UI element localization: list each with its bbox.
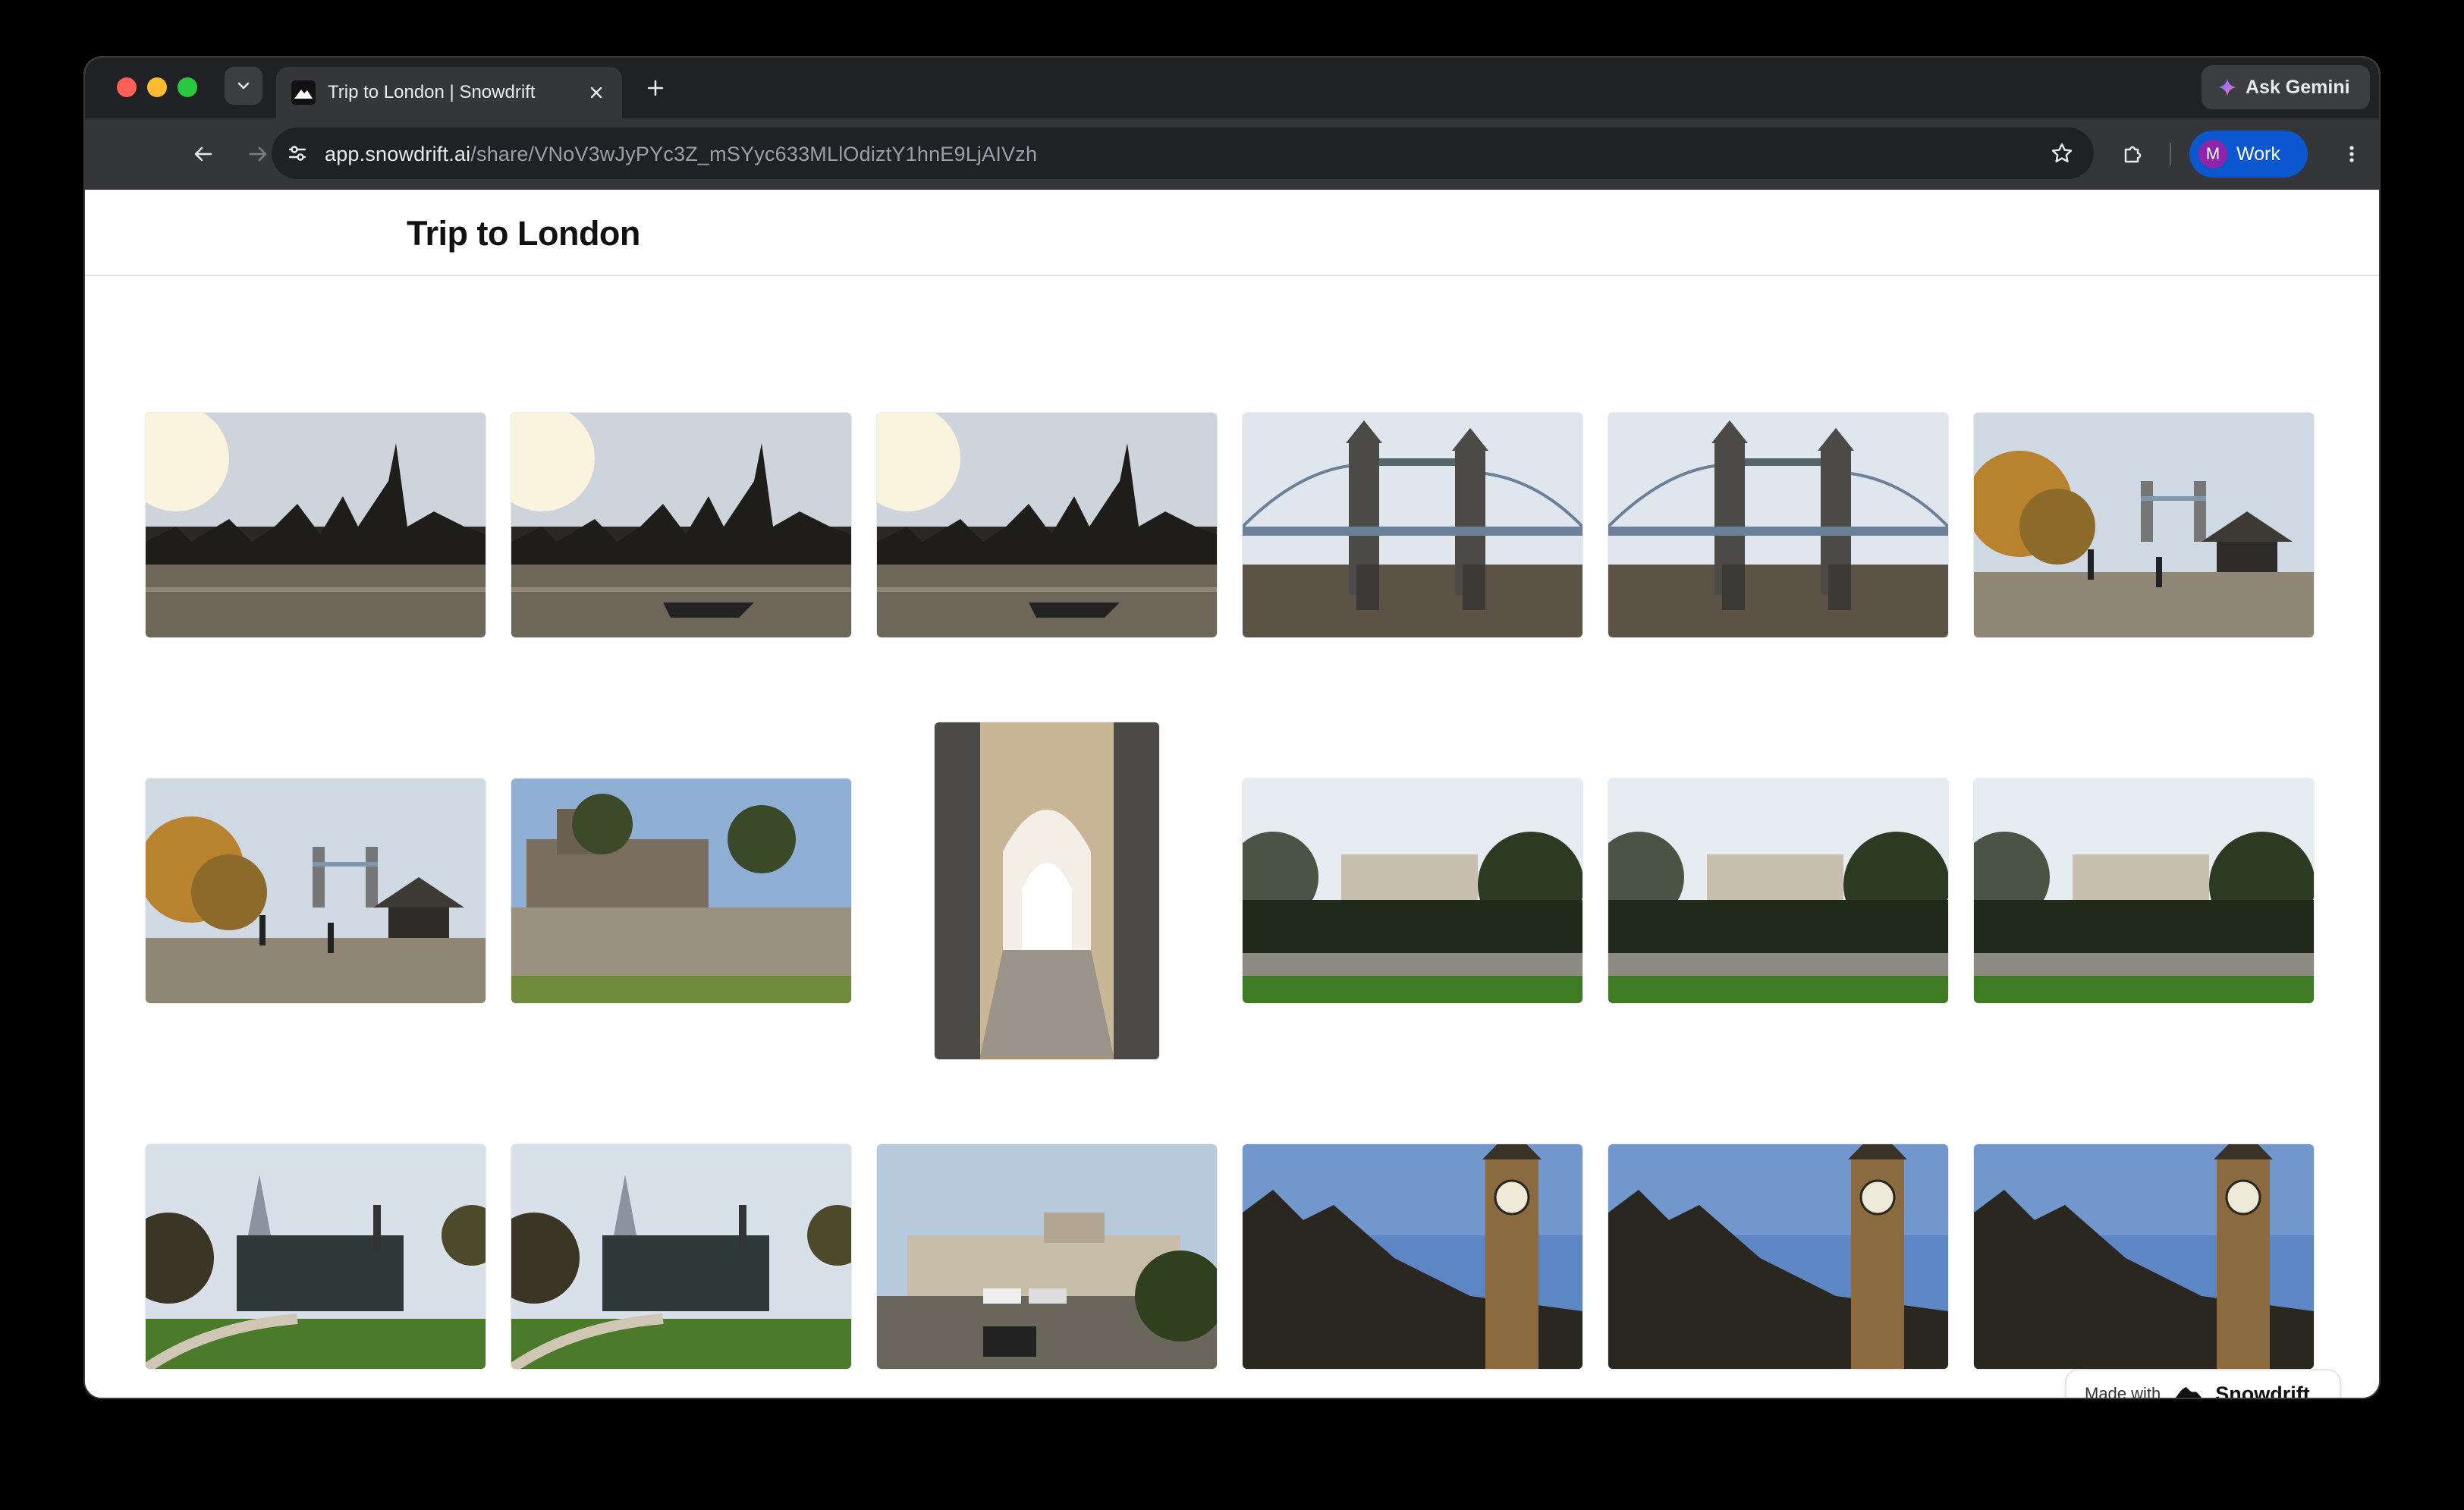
photo-thumbnail[interactable] — [1608, 779, 1948, 1003]
photo-image — [146, 1144, 486, 1369]
toolbar-divider — [2170, 143, 2171, 165]
snowdrift-favicon-icon — [291, 80, 316, 105]
puzzle-piece-icon — [2124, 146, 2142, 163]
browser-menu-button[interactable] — [2334, 136, 2370, 172]
made-with-snowdrift-badge[interactable]: Made with Snowdrift — [2065, 1369, 2341, 1398]
photo-image — [1608, 1144, 1948, 1369]
arrow-left-icon — [194, 146, 212, 162]
photo-thumbnail[interactable] — [511, 413, 851, 637]
new-tab-button[interactable] — [637, 70, 674, 106]
photo-image — [1974, 1144, 2314, 1369]
photo-thumbnail[interactable] — [511, 1144, 851, 1369]
photo-thumbnail[interactable] — [146, 779, 486, 1003]
photo-thumbnail[interactable] — [1608, 413, 1948, 637]
arrow-right-icon — [249, 146, 267, 162]
site-info-button[interactable] — [282, 138, 313, 168]
browser-window: Trip to London | Snowdrift Ask Gemini ap… — [85, 58, 2379, 1398]
chevron-down-icon — [237, 82, 250, 90]
ask-gemini-label: Ask Gemini — [2246, 76, 2350, 98]
tab-title: Trip to London | Snowdrift — [328, 82, 536, 102]
photo-image — [1974, 779, 2314, 1003]
forward-button[interactable] — [240, 136, 276, 172]
photo-thumbnail[interactable] — [877, 413, 1217, 637]
ask-gemini-button[interactable]: Ask Gemini — [2202, 65, 2370, 109]
photo-image — [935, 722, 1159, 1059]
tab-active[interactable]: Trip to London | Snowdrift — [276, 67, 622, 118]
photo-image — [1243, 779, 1582, 1003]
minimize-window-button[interactable] — [147, 77, 167, 97]
address-bar[interactable]: app.snowdrift.ai/share/VNoV3wJyPYc3Z_mSY… — [272, 127, 2094, 179]
photo-image — [1974, 413, 2314, 637]
photo-thumbnail[interactable] — [877, 1144, 1217, 1369]
photo-thumbnail[interactable] — [1974, 413, 2314, 637]
photo-image — [877, 1144, 1217, 1369]
tab-search-button[interactable] — [225, 67, 262, 105]
close-icon — [590, 87, 602, 99]
photo-thumbnail[interactable] — [146, 413, 486, 637]
photo-thumbnail[interactable] — [1974, 779, 2314, 1003]
made-with-label: Made with — [2085, 1384, 2161, 1398]
bookmark-button[interactable] — [2047, 138, 2077, 168]
photo-image — [1243, 413, 1582, 637]
tab-strip: Trip to London | Snowdrift Ask Gemini — [85, 58, 2379, 118]
photo-image — [511, 1144, 851, 1369]
star-icon — [2051, 143, 2073, 162]
photo-thumbnail[interactable] — [511, 779, 851, 1003]
url-path: /share/VNoV3wJyPYc3Z_mSYyc633MLlOdiztY1h… — [470, 143, 1038, 165]
extensions-button[interactable] — [2115, 136, 2151, 172]
close-tab-button[interactable] — [584, 80, 608, 105]
maximize-window-button[interactable] — [178, 77, 197, 97]
photo-image — [877, 413, 1217, 637]
photo-image — [511, 413, 851, 637]
photo-thumbnail[interactable] — [146, 1144, 486, 1369]
profile-button[interactable]: M Work — [2189, 131, 2308, 178]
photo-image — [146, 779, 486, 1003]
photo-thumbnail[interactable] — [1608, 1144, 1948, 1369]
snowdrift-brand-label: Snowdrift — [2215, 1382, 2310, 1398]
photo-thumbnail[interactable] — [1974, 1144, 2314, 1369]
url-text: app.snowdrift.ai/share/VNoV3wJyPYc3Z_mSY… — [325, 143, 1037, 166]
photo-thumbnail[interactable] — [935, 722, 1159, 1059]
page-header: Trip to London — [85, 190, 2379, 276]
tune-icon — [288, 146, 306, 161]
page-title: Trip to London — [407, 214, 640, 253]
avatar: M — [2198, 140, 2227, 168]
page-content: Trip to London Made with Snowdrift — [85, 190, 2379, 1398]
close-window-button[interactable] — [117, 77, 137, 97]
profile-name: Work — [2236, 143, 2280, 165]
gemini-sparkle-icon — [2218, 78, 2236, 96]
photo-thumbnail[interactable] — [1243, 1144, 1582, 1369]
photo-thumbnail[interactable] — [1243, 779, 1582, 1003]
plus-icon — [647, 80, 664, 96]
photo-image — [146, 413, 486, 637]
back-button[interactable] — [185, 136, 222, 172]
photo-image — [511, 779, 851, 1003]
photo-image — [1608, 779, 1948, 1003]
photo-image — [1243, 1144, 1582, 1369]
more-vertical-icon — [2349, 146, 2354, 162]
snowdrift-logo-icon — [2176, 1387, 2202, 1398]
url-host: app.snowdrift.ai — [325, 143, 471, 165]
photo-image — [1608, 413, 1948, 637]
browser-toolbar: app.snowdrift.ai/share/VNoV3wJyPYc3Z_mSY… — [85, 118, 2379, 190]
photo-thumbnail[interactable] — [1243, 413, 1582, 637]
